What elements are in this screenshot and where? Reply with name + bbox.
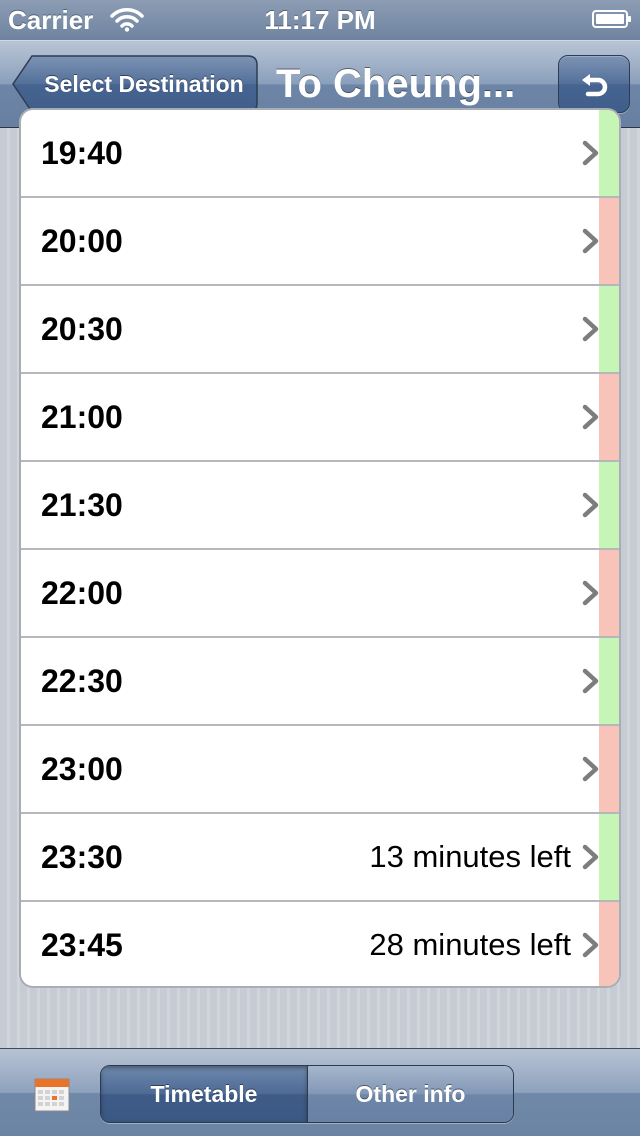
departure-time: 21:00 — [41, 399, 123, 435]
table-row[interactable]: 21:30 — [21, 462, 619, 550]
status-bar: Carrier 11:17 PM — [0, 0, 640, 40]
status-indicator — [599, 374, 619, 460]
bottom-toolbar: Timetable Other info — [0, 1048, 640, 1136]
departure-time: 23:30 — [41, 839, 123, 875]
departure-time: 21:30 — [41, 487, 123, 523]
status-indicator — [599, 462, 619, 548]
chevron-right-icon — [582, 844, 599, 870]
table-row[interactable]: 23:45 28 minutes left — [21, 902, 619, 986]
departure-time: 23:45 — [41, 927, 123, 963]
departure-time: 22:30 — [41, 663, 123, 699]
departure-time: 20:30 — [41, 311, 123, 347]
status-indicator — [599, 638, 619, 724]
departure-time: 20:00 — [41, 223, 123, 259]
table-row[interactable]: 21:00 — [21, 374, 619, 462]
chevron-right-icon — [582, 756, 599, 782]
status-time: 11:17 PM — [264, 5, 376, 35]
chevron-right-icon — [582, 932, 599, 958]
status-indicator — [599, 902, 619, 986]
table-row[interactable]: 22:30 — [21, 638, 619, 726]
refresh-icon — [582, 74, 608, 97]
battery-icon — [592, 10, 631, 28]
table-row[interactable]: 23:30 13 minutes left — [21, 814, 619, 902]
time-left-label: 13 minutes left — [369, 839, 571, 874]
refresh-button[interactable] — [558, 55, 630, 113]
departure-time: 19:40 — [41, 135, 123, 171]
segment-timetable[interactable]: Timetable — [101, 1066, 308, 1122]
status-indicator — [599, 726, 619, 812]
calendar-icon[interactable] — [34, 1078, 70, 1112]
departure-time: 23:00 — [41, 751, 123, 787]
table-row[interactable]: 19:40 — [21, 110, 619, 198]
chevron-right-icon — [582, 492, 599, 518]
chevron-right-icon — [582, 228, 599, 254]
status-indicator — [599, 110, 619, 196]
timetable-list: 19:40 20:00 20:30 21:00 21:30 22:00 22:3… — [19, 108, 621, 988]
time-left-label: 28 minutes left — [369, 927, 571, 962]
segment-other-info[interactable]: Other info — [308, 1066, 513, 1122]
chevron-right-icon — [582, 404, 599, 430]
status-indicator — [599, 286, 619, 372]
departure-time: 22:00 — [41, 575, 123, 611]
chevron-right-icon — [582, 580, 599, 606]
chevron-right-icon — [582, 316, 599, 342]
table-row[interactable]: 20:00 — [21, 198, 619, 286]
table-row[interactable]: 23:00 — [21, 726, 619, 814]
table-row[interactable]: 20:30 — [21, 286, 619, 374]
back-button-label: Select Destination — [44, 71, 244, 97]
chevron-right-icon — [582, 140, 599, 166]
back-button[interactable]: Select Destination — [12, 55, 258, 113]
table-row[interactable]: 22:00 — [21, 550, 619, 638]
chevron-right-icon — [582, 668, 599, 694]
status-indicator — [599, 550, 619, 636]
status-indicator — [599, 814, 619, 900]
segmented-control: Timetable Other info — [100, 1065, 514, 1123]
status-indicator — [599, 198, 619, 284]
